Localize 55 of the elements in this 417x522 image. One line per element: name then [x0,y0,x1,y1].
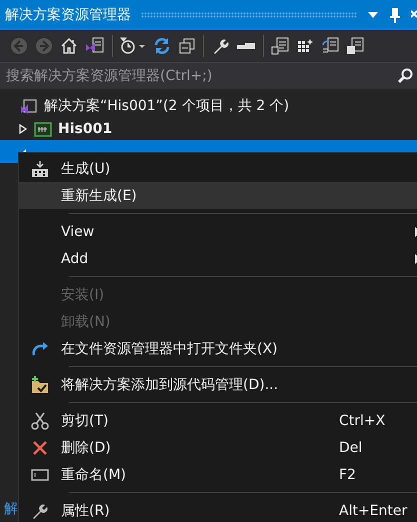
menu-item[interactable]: 重命名(M) F2 [19,461,417,488]
tree-item[interactable]: His001 [0,117,417,140]
window-title: 解决方案资源管理器 [5,6,131,24]
dropdown-icon[interactable] [367,11,379,19]
tree-item[interactable]: 解决方案“His001”(2 个项目，共 2 个) [0,94,417,117]
shortcut-label: Ctrl+X [339,412,386,428]
shortcut-label: F2 [339,466,356,482]
menu-item-label: 剪切(T) [61,412,108,430]
folder-check-icon [31,376,49,394]
grid-icon[interactable] [296,37,314,55]
collapse-icon[interactable] [178,37,196,55]
sync-document-icon[interactable] [321,37,339,55]
menu-item[interactable]: 生成(U) [19,155,417,182]
shortcut-label: Del [339,440,362,456]
refresh-icon[interactable] [153,37,171,55]
menu-item[interactable]: 删除(D) Del [19,434,417,461]
solution-icon [20,98,38,114]
shortcut-label: Alt+Enter [339,502,408,518]
menu-item[interactable]: 重新生成(E) [19,182,417,209]
menu-item-label: View [61,224,94,240]
menu-item[interactable]: 属性(R) Alt+Enter [19,497,417,522]
delete-icon [31,438,49,456]
menu-item-label: 安装(I) [61,286,104,304]
menu-item-label: 属性(R) [61,502,110,520]
search-field[interactable]: 搜索解决方案资源管理器(Ctrl+;) [0,62,417,89]
scissors-icon [31,412,49,430]
menu-item-label: 在文件资源管理器中打开文件夹(X) [61,340,278,358]
tree-item-label: His001 [58,120,112,136]
menu-item-label: 卸载(N) [61,312,110,330]
menu-item-label: Add [61,250,88,266]
search-input[interactable]: 搜索解决方案资源管理器(Ctrl+;) [6,68,397,84]
document-icon[interactable] [271,37,289,55]
code-file-icon [34,120,52,136]
menu-item-label: 将解决方案添加到源代码管理(D)... [61,376,278,394]
clock-icon[interactable] [120,37,146,55]
menu-item[interactable]: Add [19,245,417,272]
menu-item-label: 生成(U) [61,160,110,178]
project-icon[interactable] [85,37,105,55]
wrench-icon [31,502,49,520]
tree-item-label: 解决方案“His001”(2 个项目，共 2 个) [44,96,290,114]
menu-item[interactable]: 将解决方案添加到源代码管理(D)... [19,371,417,398]
menu-item-label: 重命名(M) [61,466,126,484]
menu-item[interactable]: View [19,218,417,245]
home-icon[interactable] [60,37,78,55]
pin-icon[interactable] [389,7,401,23]
search-icon[interactable] [397,68,413,84]
menu-item-label: 删除(D) [61,438,111,456]
preview-icon[interactable] [346,37,364,55]
menu-item-label: 重新生成(E) [61,186,137,204]
menu-item[interactable]: 在文件资源管理器中打开文件夹(X) [19,335,417,362]
menu-item[interactable]: 剪切(T) Ctrl+X [19,407,417,434]
redo-arrow-icon [31,340,49,358]
collapsed-arrow-icon[interactable] [18,124,28,134]
build-icon [31,160,49,178]
panel-tab[interactable]: 解 [0,500,18,522]
